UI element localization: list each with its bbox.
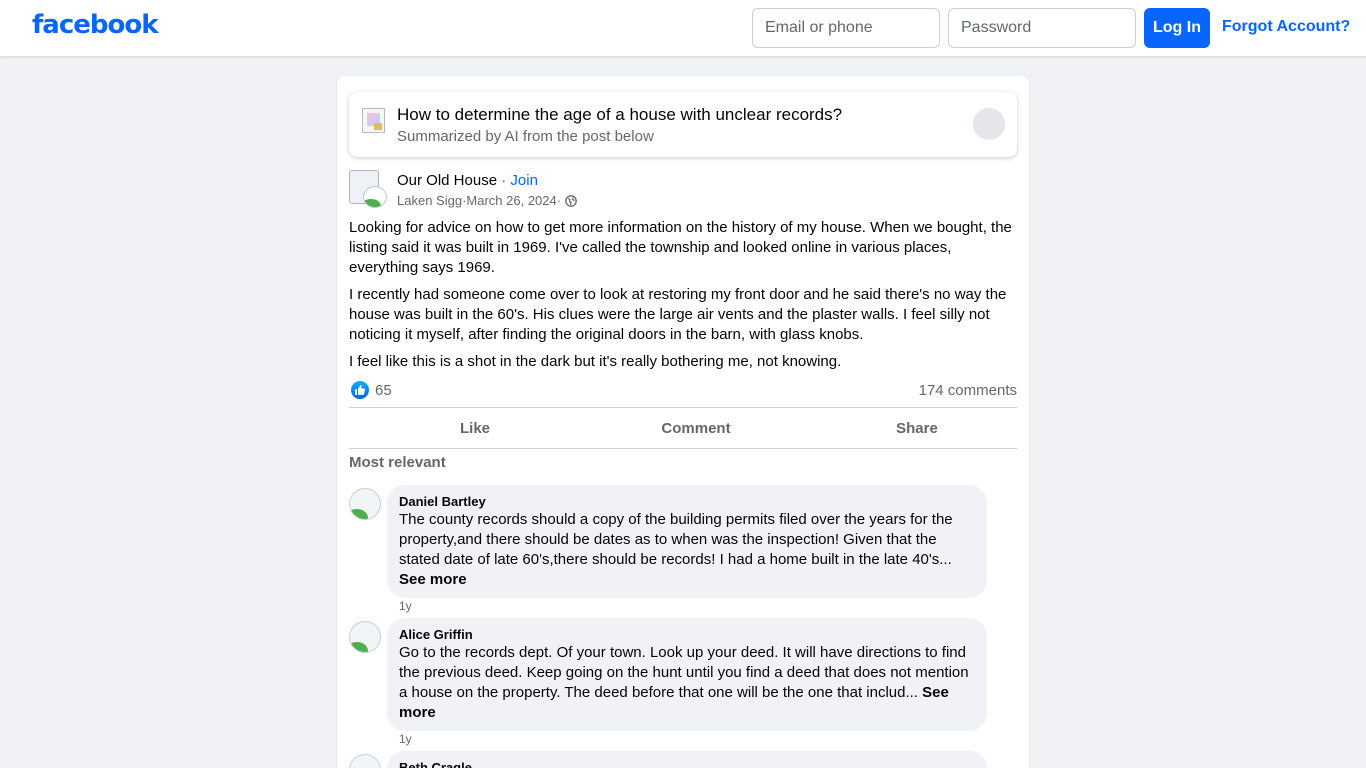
top-nav: facebook Log In Forgot Account?	[0, 0, 1366, 57]
comment-text: The county records should a copy of the …	[399, 511, 953, 568]
email-field[interactable]	[752, 8, 940, 48]
post-meta: Laken Sigg · March 26, 2024 ·	[397, 193, 577, 208]
comment-count[interactable]: 174 comments	[919, 382, 1017, 399]
ai-summary-subtitle: Summarized by AI from the post below	[397, 128, 654, 145]
post-author[interactable]: Laken Sigg	[397, 193, 462, 208]
group-name[interactable]: Our Old House	[397, 172, 497, 189]
facebook-logo[interactable]: facebook	[32, 10, 159, 40]
group-avatar[interactable]	[349, 170, 387, 208]
comment-author[interactable]: Beth Cragle	[399, 759, 975, 768]
join-link[interactable]: Join	[510, 172, 538, 189]
ai-summary-thumbnail-icon	[362, 108, 385, 133]
ai-summary-title: How to determine the age of a house with…	[397, 105, 843, 124]
forgot-account-link[interactable]: Forgot Account?	[1222, 18, 1350, 36]
comment-author[interactable]: Daniel Bartley	[399, 493, 975, 510]
post-paragraph: I feel like this is a shot in the dark b…	[349, 353, 842, 370]
post-header: Our Old House · Join	[397, 172, 538, 189]
comment-bubble: Beth Cragle	[387, 751, 987, 768]
see-more-link[interactable]: See more	[399, 571, 467, 588]
post-actions: Like Comment Share	[349, 407, 1017, 449]
avatar[interactable]	[349, 621, 381, 653]
comment-bubble: Alice Griffin Go to the records dept. Of…	[387, 618, 987, 731]
comment-bubble: Daniel Bartley The county records should…	[387, 485, 987, 598]
comment-sort-dropdown[interactable]: Most relevant	[349, 454, 446, 471]
post-paragraph: Looking for advice on how to get more in…	[349, 219, 1012, 276]
password-field[interactable]	[948, 8, 1136, 48]
like-button[interactable]: Like	[364, 408, 586, 448]
ai-summary-box[interactable]: How to determine the age of a house with…	[349, 92, 1017, 157]
post-stats: 65 174 comments	[349, 380, 1017, 402]
post-date[interactable]: March 26, 2024	[466, 193, 556, 208]
separator: ·	[556, 193, 562, 208]
avatar[interactable]	[349, 754, 381, 768]
separator: ·	[497, 172, 511, 189]
comment-button[interactable]: Comment	[585, 408, 807, 448]
post-body: Looking for advice on how to get more in…	[349, 218, 1017, 379]
globe-icon	[565, 194, 577, 207]
share-button[interactable]: Share	[806, 408, 1028, 448]
like-reaction-icon[interactable]	[351, 381, 369, 399]
login-button[interactable]: Log In	[1144, 8, 1210, 48]
reaction-count[interactable]: 65	[375, 382, 392, 399]
comment-author[interactable]: Alice Griffin	[399, 626, 975, 643]
post-card: How to determine the age of a house with…	[337, 76, 1029, 768]
ai-summary-expand-button[interactable]	[973, 108, 1005, 140]
avatar[interactable]	[349, 488, 381, 520]
post-paragraph: I recently had someone come over to look…	[349, 286, 1007, 343]
comment-timestamp[interactable]: 1y	[399, 599, 412, 613]
comment-timestamp[interactable]: 1y	[399, 732, 412, 746]
comment-text: Go to the records dept. Of your town. Lo…	[399, 644, 969, 701]
